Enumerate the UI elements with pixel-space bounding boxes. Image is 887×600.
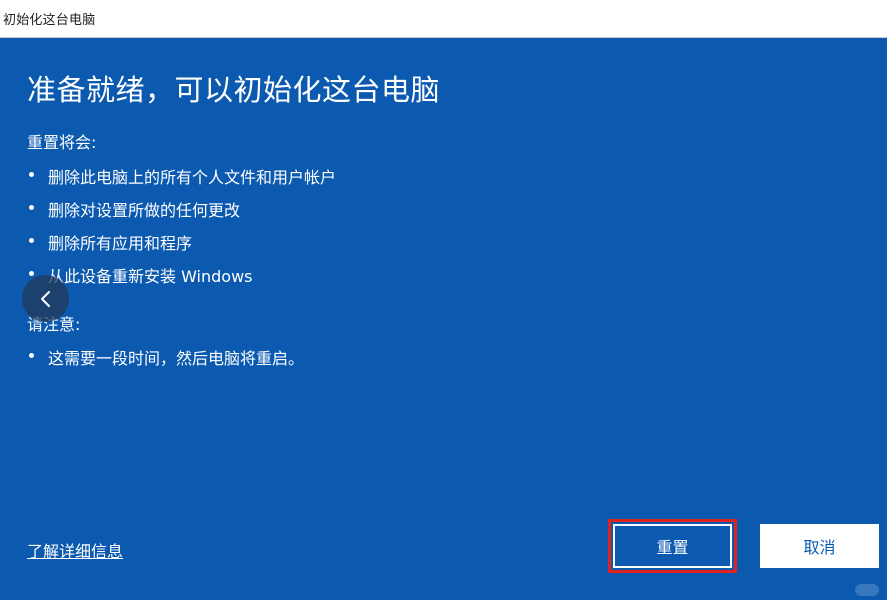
note-list: 这需要一段时间，然后电脑将重启。 xyxy=(27,345,304,378)
list-item: 从此设备重新安装 Windows xyxy=(27,263,336,296)
list-item: 删除所有应用和程序 xyxy=(27,230,336,263)
reset-button[interactable]: 重置 xyxy=(613,524,732,568)
list-item: 这需要一段时间，然后电脑将重启。 xyxy=(27,345,304,378)
window-title: 初始化这台电脑 xyxy=(3,13,96,28)
chevron-left-icon xyxy=(40,290,50,307)
bullet-icon xyxy=(29,238,34,243)
bullet-icon xyxy=(29,353,34,358)
reset-pc-window: 初始化这台电脑 准备就绪，可以初始化这台电脑 重置将会: 删除此电脑上的所有个人… xyxy=(0,0,887,600)
list-item: 删除对设置所做的任何更改 xyxy=(27,197,336,230)
list-item-text: 删除对设置所做的任何更改 xyxy=(48,201,241,220)
learn-more-link[interactable]: 了解详细信息 xyxy=(27,538,123,562)
list-item-text: 删除所有应用和程序 xyxy=(48,234,193,253)
main-panel: 准备就绪，可以初始化这台电脑 重置将会: 删除此电脑上的所有个人文件和用户帐户 … xyxy=(0,38,887,600)
reset-section-label: 重置将会: xyxy=(27,133,97,152)
bullet-icon xyxy=(29,205,34,210)
bullet-icon xyxy=(29,271,34,276)
reset-effects-list: 删除此电脑上的所有个人文件和用户帐户 删除对设置所做的任何更改 删除所有应用和程… xyxy=(27,164,336,296)
page-heading: 准备就绪，可以初始化这台电脑 xyxy=(27,73,441,107)
list-item-text: 删除此电脑上的所有个人文件和用户帐户 xyxy=(48,168,337,187)
list-item-text: 从此设备重新安装 Windows xyxy=(48,267,253,286)
watermark-badge xyxy=(855,584,879,596)
cancel-button[interactable]: 取消 xyxy=(760,524,879,568)
list-item-text: 这需要一段时间，然后电脑将重启。 xyxy=(48,349,305,368)
back-button[interactable] xyxy=(22,275,69,322)
list-item: 删除此电脑上的所有个人文件和用户帐户 xyxy=(27,164,336,197)
bullet-icon xyxy=(29,172,34,177)
title-bar: 初始化这台电脑 xyxy=(0,0,887,38)
